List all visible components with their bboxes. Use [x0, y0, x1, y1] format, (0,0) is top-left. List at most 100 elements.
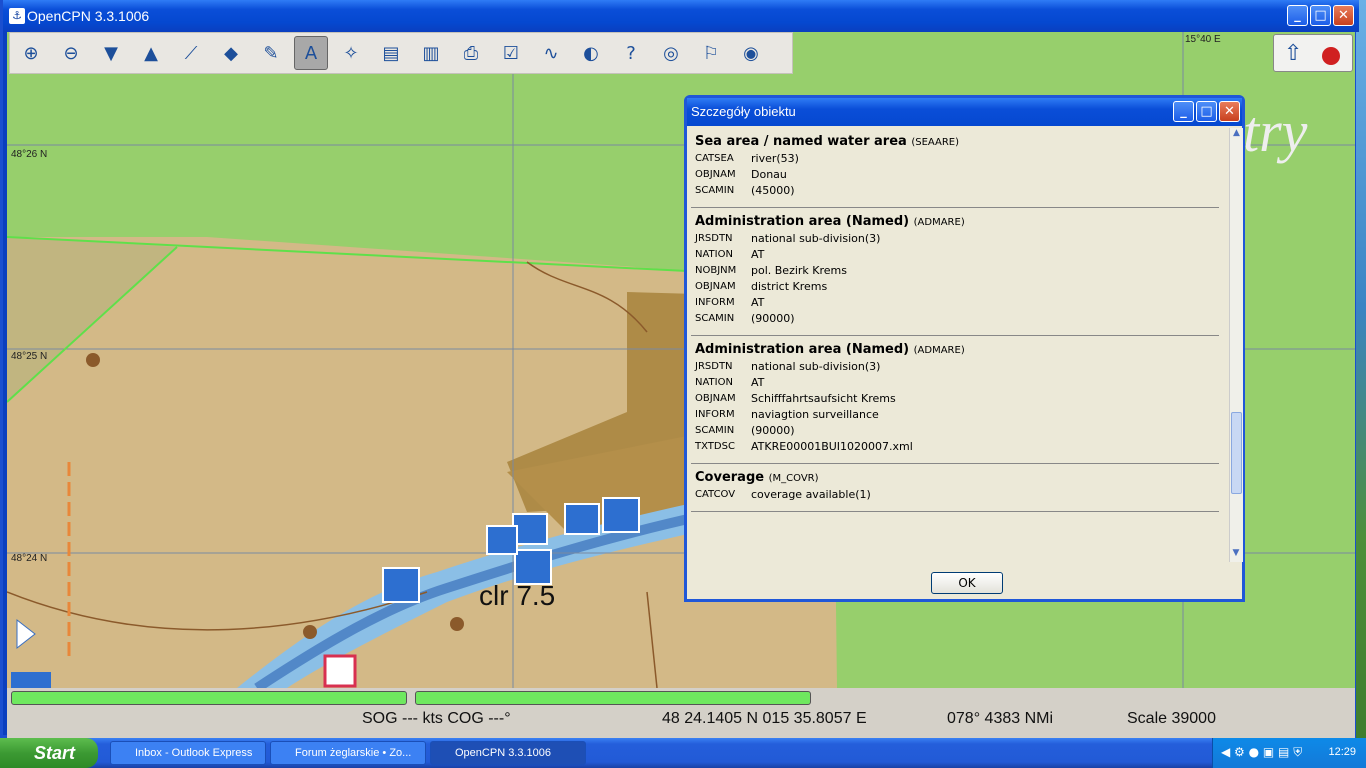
attribute-row: NOBJNM pol. Bezirk Krems: [695, 263, 1215, 279]
attribute-row: INFORM naviagtion surveillance: [695, 407, 1215, 423]
track-icon[interactable]: ∿: [534, 36, 568, 70]
scale-readout: Scale 39000: [1127, 710, 1216, 727]
gps-status-icon: [1322, 47, 1340, 65]
attribute-value: pol. Bezirk Krems: [751, 264, 848, 277]
object-list[interactable]: Sea area / named water area (SEAARE) CATS…: [691, 128, 1229, 562]
attribute-value: Schifffahrtsaufsicht Krems: [751, 392, 896, 405]
attribute-value: naviagtion surveillance: [751, 408, 879, 421]
current-icon[interactable]: ✧: [334, 36, 368, 70]
section-code: (ADMARE): [913, 217, 965, 228]
section-title: Sea area / named water area (SEAARE): [695, 134, 1215, 149]
attribute-value: national sub-division(3): [751, 232, 881, 245]
dialog-minimize-button[interactable]: _: [1173, 101, 1194, 122]
parking-marker: [382, 567, 420, 603]
object-section: Coverage (M_COVR) CATCOV coverage availabl…: [691, 464, 1219, 512]
attribute-row: SCAMIN (90000): [695, 423, 1215, 439]
scale-in-icon[interactable]: ▼: [94, 36, 128, 70]
progress-bar: [11, 691, 407, 705]
dialog-title: Szczegóły obiektu: [691, 104, 796, 119]
parking-marker: [11, 672, 51, 688]
attribute-key: OBJNAM: [695, 393, 736, 404]
start-button[interactable]: Start: [0, 738, 98, 768]
zoom-in-icon[interactable]: ⊕: [14, 36, 48, 70]
attribute-value: AT: [751, 376, 765, 389]
attribute-key: NATION: [695, 249, 733, 260]
overlay-text: try: [1243, 99, 1308, 164]
settings-icon[interactable]: ✎: [254, 36, 288, 70]
minimize-button[interactable]: _: [1287, 5, 1308, 26]
lon-label: 15°40 E: [1185, 34, 1221, 45]
attribute-key: OBJNAM: [695, 281, 736, 292]
attribute-row: CATSEA river(53): [695, 151, 1215, 167]
mob-icon[interactable]: ◉: [734, 36, 768, 70]
attribute-row: OBJNAM Donau: [695, 167, 1215, 183]
dashboard-icon[interactable]: ◎: [654, 36, 688, 70]
attribute-value: ATKRE00001BUI1020007.xml: [751, 440, 913, 453]
route-manager-icon[interactable]: ☑: [494, 36, 528, 70]
attribute-key: TXTDSC: [695, 441, 735, 452]
close-button[interactable]: ✕: [1333, 5, 1354, 26]
attribute-key: INFORM: [695, 409, 735, 420]
attribute-key: NATION: [695, 377, 733, 388]
attribute-row: JRSDTN national sub-division(3): [695, 359, 1215, 375]
landmark-dot: [86, 353, 100, 367]
section-title: Administration area (Named) (ADMARE): [695, 342, 1215, 357]
attribute-key: SCAMIN: [695, 313, 735, 324]
help-icon[interactable]: ?: [614, 36, 648, 70]
task-outlook[interactable]: Inbox - Outlook Express: [110, 741, 266, 765]
attribute-value: AT: [751, 296, 765, 309]
attribute-row: NATION AT: [695, 247, 1215, 263]
scroll-down-icon[interactable]: ▼: [1230, 548, 1242, 562]
section-code: (ADMARE): [913, 345, 965, 356]
follow-icon[interactable]: ◆: [214, 36, 248, 70]
scroll-up-icon[interactable]: ▲: [1230, 128, 1243, 142]
ok-button[interactable]: OK: [931, 572, 1003, 594]
dialog-close-button[interactable]: ✕: [1219, 101, 1240, 122]
section-title-text: Coverage: [695, 470, 765, 485]
attribute-row: SCAMIN (45000): [695, 183, 1215, 199]
object-section: Administration area (Named) (ADMARE) JRSD…: [691, 336, 1219, 464]
section-title-text: Sea area / named water area: [695, 134, 907, 149]
attribute-value: district Krems: [751, 280, 828, 293]
clock: 12:29: [1328, 746, 1356, 758]
vertical-scrollbar[interactable]: ▲ ▼: [1229, 128, 1243, 562]
landmark-dot: [450, 617, 464, 631]
task-forum[interactable]: Forum żeglarskie • Zo...: [270, 741, 426, 765]
position-readout: 48 24.1405 N 015 35.8057 E: [662, 710, 867, 727]
depth-label: clr 7.5: [479, 580, 556, 611]
attribute-key: CATSEA: [695, 153, 734, 164]
parking-marker: [602, 497, 640, 533]
prohibited-sign: [323, 654, 357, 688]
maximize-button[interactable]: □: [1310, 5, 1331, 26]
print-icon[interactable]: ⎙: [454, 36, 488, 70]
ais-icon[interactable]: ⚐: [694, 36, 728, 70]
attribute-key: INFORM: [695, 297, 735, 308]
section-title: Coverage (M_COVR): [695, 470, 1215, 485]
attribute-value: coverage available(1): [751, 488, 871, 501]
harbour-marker: [486, 525, 518, 555]
attribute-key: OBJNAM: [695, 169, 736, 180]
dialog-maximize-button[interactable]: □: [1196, 101, 1217, 122]
dialog-titlebar[interactable]: Szczegóły obiektu _ □ ✕: [687, 98, 1242, 126]
scroll-thumb[interactable]: [1231, 412, 1242, 494]
route-icon[interactable]: ⟋: [174, 36, 208, 70]
section-title-text: Administration area (Named): [695, 214, 910, 229]
color-scheme-icon[interactable]: ◐: [574, 36, 608, 70]
tray-icons[interactable]: ◀ ⚙ ● ▣ ▤ ⛨: [1221, 745, 1302, 760]
compass-widget[interactable]: ⇧: [1273, 34, 1353, 72]
attribute-value: national sub-division(3): [751, 360, 881, 373]
zoom-out-icon[interactable]: ⊖: [54, 36, 88, 70]
attribute-key: SCAMIN: [695, 425, 735, 436]
attribute-value: Donau: [751, 168, 787, 181]
scale-out-icon[interactable]: ▲: [134, 36, 168, 70]
section-title: Administration area (Named) (ADMARE): [695, 214, 1215, 229]
chart-quilt-icon[interactable]: ▥: [414, 36, 448, 70]
text-icon[interactable]: A: [294, 36, 328, 70]
object-section: Administration area (Named) (ADMARE) JRSD…: [691, 208, 1219, 336]
attribute-value: (90000): [751, 424, 795, 437]
tide-icon[interactable]: ▤: [374, 36, 408, 70]
attribute-row: TXTDSC ATKRE00001BUI1020007.xml: [695, 439, 1215, 455]
window-titlebar[interactable]: ⚓ OpenCPN 3.3.1006 _ □ ✕: [3, 0, 1359, 32]
task-opencpn[interactable]: OpenCPN 3.3.1006: [430, 741, 586, 765]
desktop: ⚓ OpenCPN 3.3.1006 _ □ ✕ 48°26 N 48°25 N…: [0, 0, 1366, 768]
